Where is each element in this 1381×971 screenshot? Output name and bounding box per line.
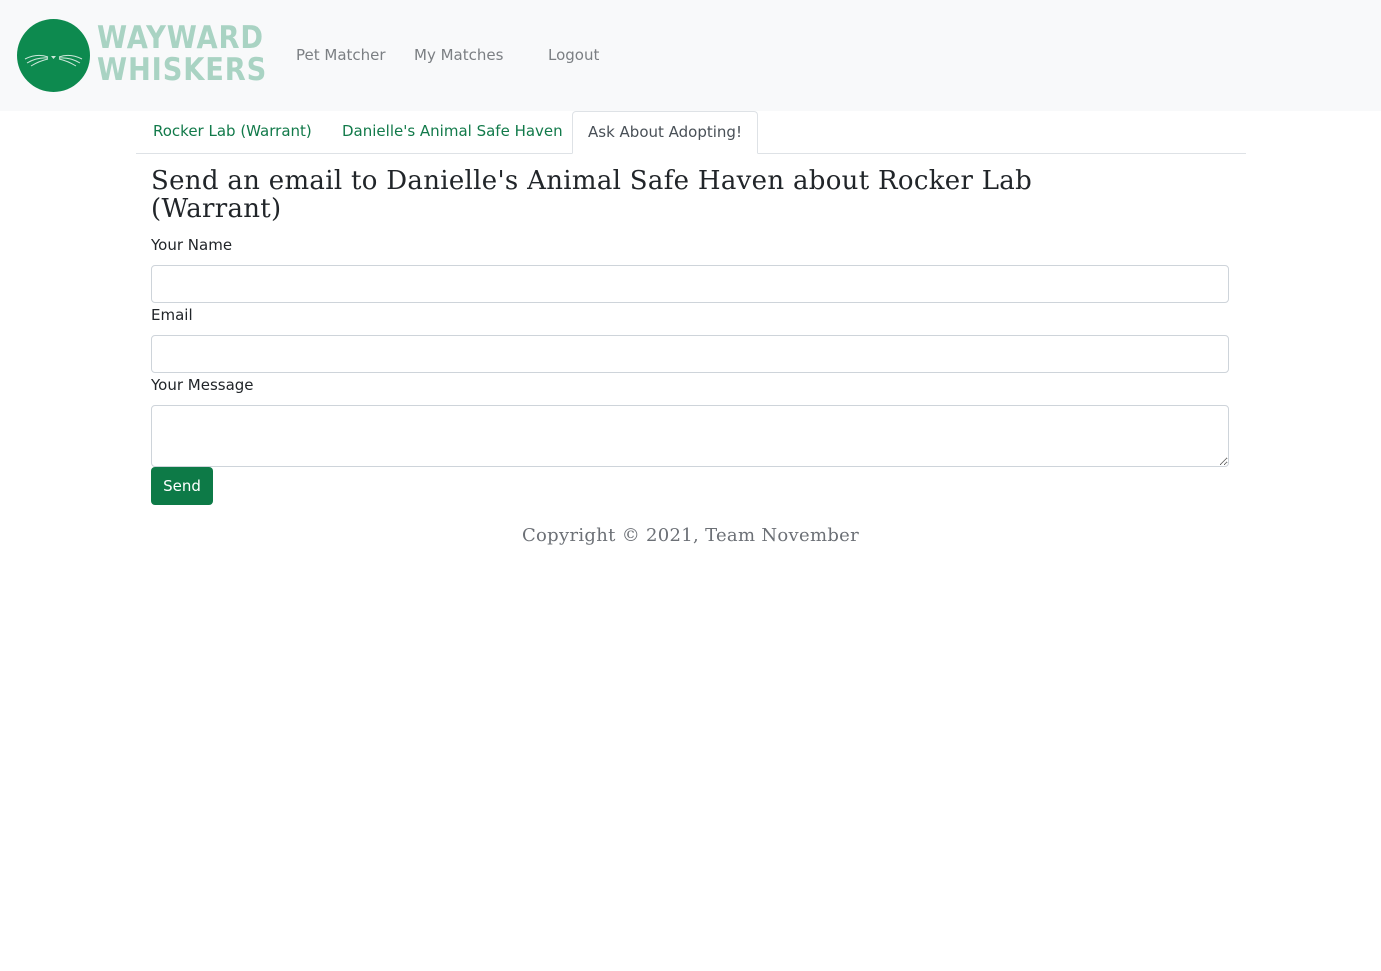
page-title: Send an email to Danielle's Animal Safe … bbox=[151, 166, 1033, 224]
name-label: Your Name bbox=[151, 236, 233, 254]
tab-ask-about-adopting[interactable]: Ask About Adopting! bbox=[572, 111, 758, 154]
logo-line-1: WAYWARD bbox=[97, 20, 264, 56]
nav-link-logout[interactable]: Logout bbox=[548, 46, 599, 64]
name-input[interactable] bbox=[151, 265, 1229, 303]
message-label: Your Message bbox=[151, 376, 254, 394]
brand-logo-text[interactable]: WAYWARD WHISKERS bbox=[97, 22, 267, 86]
logo-cat-icon[interactable] bbox=[17, 19, 90, 92]
email-label: Email bbox=[151, 306, 193, 324]
send-button[interactable]: Send bbox=[151, 467, 213, 505]
message-textarea[interactable] bbox=[151, 405, 1229, 467]
tab-pet-profile[interactable]: Rocker Lab (Warrant) bbox=[153, 111, 312, 151]
nav-link-pet-matcher[interactable]: Pet Matcher bbox=[296, 46, 386, 64]
nav-link-my-matches[interactable]: My Matches bbox=[414, 46, 503, 64]
pet-tabs: Rocker Lab (Warrant) Danielle's Animal S… bbox=[136, 111, 1246, 154]
footer-copyright: Copyright © 2021, Team November bbox=[521, 525, 860, 546]
tab-shelter-info[interactable]: Danielle's Animal Safe Haven bbox=[342, 111, 563, 151]
email-input[interactable] bbox=[151, 335, 1229, 373]
logo-line-2: WHISKERS bbox=[97, 52, 268, 88]
navbar: WAYWARD WHISKERS Pet Matcher My Matches … bbox=[0, 0, 1381, 111]
